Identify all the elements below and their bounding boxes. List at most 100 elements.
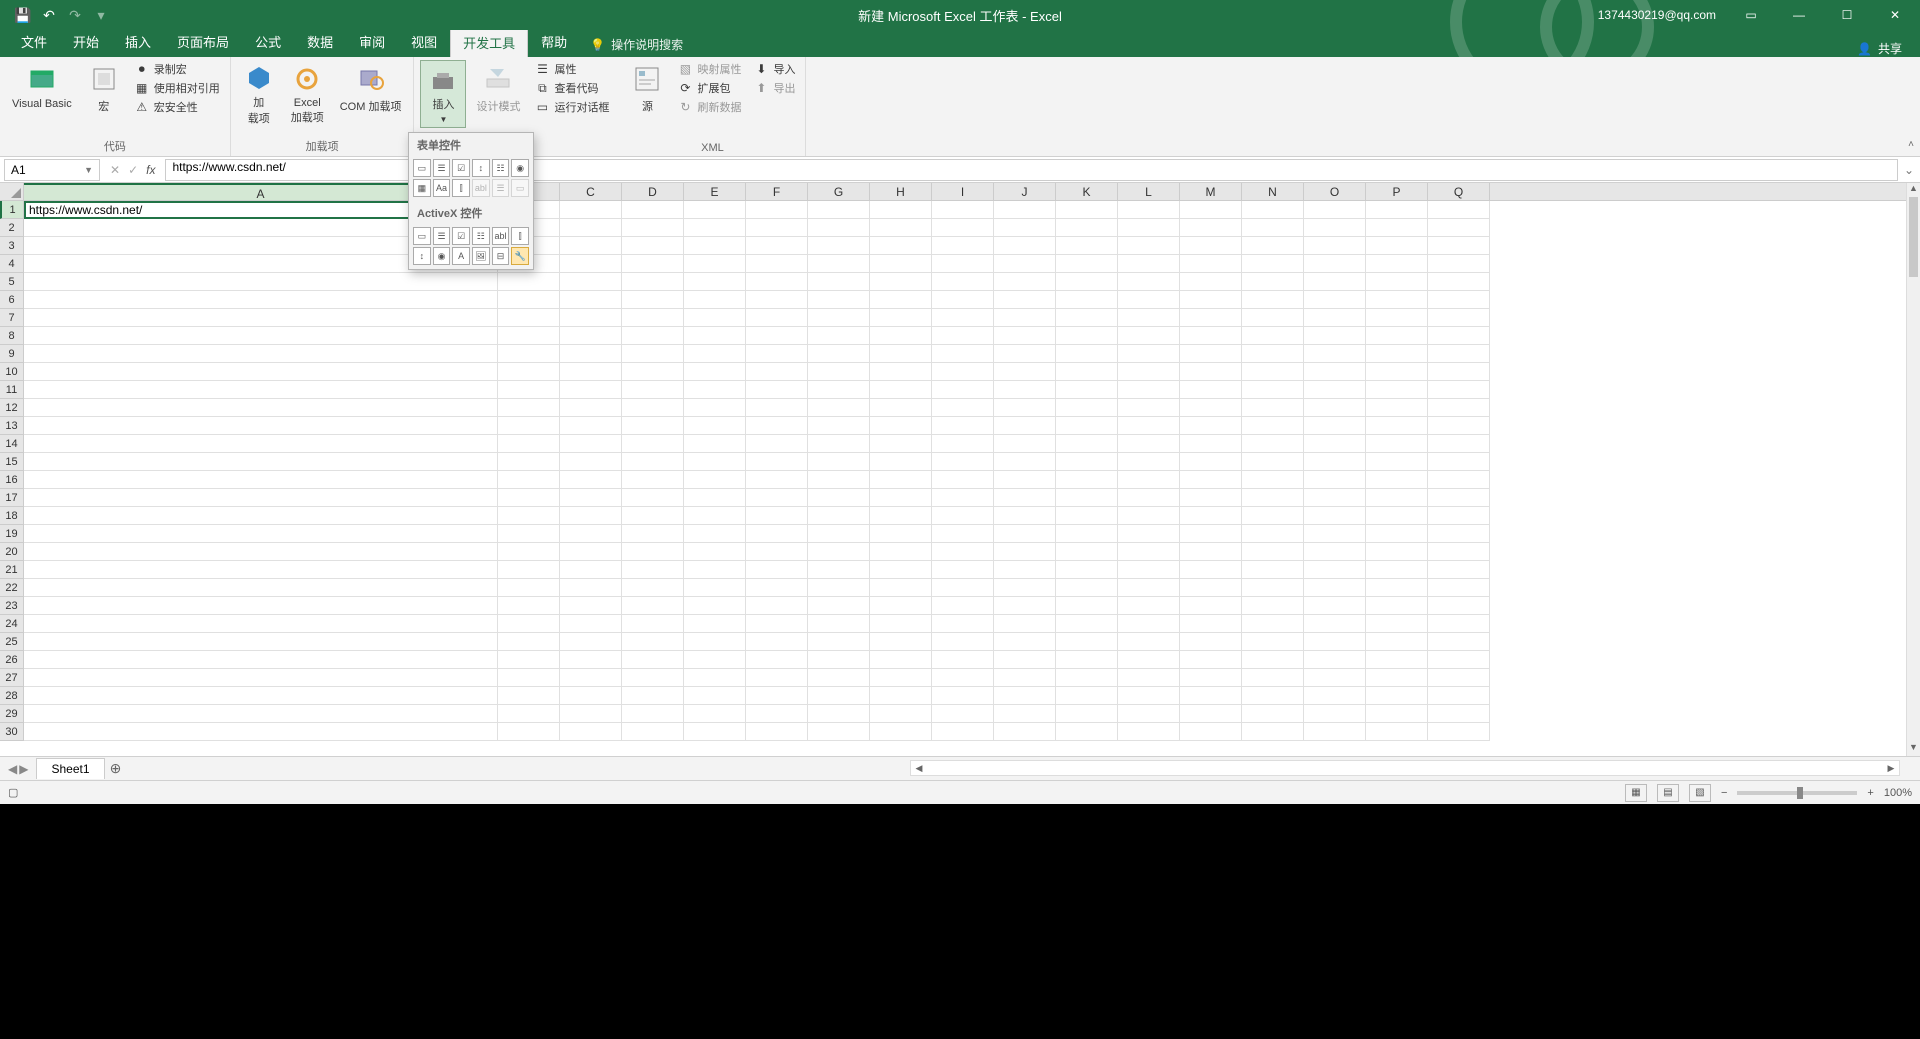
cell-H8[interactable]	[870, 327, 932, 345]
cell-P21[interactable]	[1366, 561, 1428, 579]
cell-G4[interactable]	[808, 255, 870, 273]
cell-F18[interactable]	[746, 507, 808, 525]
cell-P17[interactable]	[1366, 489, 1428, 507]
cell-L11[interactable]	[1118, 381, 1180, 399]
addins-button[interactable]: 加 载项	[237, 60, 281, 128]
cell-K25[interactable]	[1056, 633, 1118, 651]
cell-C21[interactable]	[560, 561, 622, 579]
cell-B30[interactable]	[498, 723, 560, 741]
cell-H10[interactable]	[870, 363, 932, 381]
cell-N18[interactable]	[1242, 507, 1304, 525]
cell-I20[interactable]	[932, 543, 994, 561]
cell-L13[interactable]	[1118, 417, 1180, 435]
cell-E22[interactable]	[684, 579, 746, 597]
cell-H7[interactable]	[870, 309, 932, 327]
cell-L12[interactable]	[1118, 399, 1180, 417]
cell-Q7[interactable]	[1428, 309, 1490, 327]
cell-B19[interactable]	[498, 525, 560, 543]
cell-Q20[interactable]	[1428, 543, 1490, 561]
com-addins-button[interactable]: COM 加载项	[334, 60, 408, 128]
tab-data[interactable]: 数据	[294, 26, 346, 57]
cell-L27[interactable]	[1118, 669, 1180, 687]
cell-L30[interactable]	[1118, 723, 1180, 741]
cell-C27[interactable]	[560, 669, 622, 687]
cell-D11[interactable]	[622, 381, 684, 399]
cell-Q11[interactable]	[1428, 381, 1490, 399]
cell-P16[interactable]	[1366, 471, 1428, 489]
cell-Q25[interactable]	[1428, 633, 1490, 651]
cell-O13[interactable]	[1304, 417, 1366, 435]
cell-H5[interactable]	[870, 273, 932, 291]
cell-B9[interactable]	[498, 345, 560, 363]
cell-H2[interactable]	[870, 219, 932, 237]
cell-F6[interactable]	[746, 291, 808, 309]
cell-L2[interactable]	[1118, 219, 1180, 237]
cell-B17[interactable]	[498, 489, 560, 507]
cell-A24[interactable]	[24, 615, 498, 633]
cell-H3[interactable]	[870, 237, 932, 255]
cell-E15[interactable]	[684, 453, 746, 471]
cell-F12[interactable]	[746, 399, 808, 417]
cell-B23[interactable]	[498, 597, 560, 615]
cell-A27[interactable]	[24, 669, 498, 687]
cell-L17[interactable]	[1118, 489, 1180, 507]
add-sheet-button[interactable]: ⊕	[105, 760, 127, 777]
cell-B15[interactable]	[498, 453, 560, 471]
row-header-6[interactable]: 6	[0, 291, 23, 309]
cell-P2[interactable]	[1366, 219, 1428, 237]
cell-J16[interactable]	[994, 471, 1056, 489]
cell-C3[interactable]	[560, 237, 622, 255]
cell-M19[interactable]	[1180, 525, 1242, 543]
cell-O12[interactable]	[1304, 399, 1366, 417]
cell-O24[interactable]	[1304, 615, 1366, 633]
cell-A23[interactable]	[24, 597, 498, 615]
cell-H13[interactable]	[870, 417, 932, 435]
cell-N24[interactable]	[1242, 615, 1304, 633]
cell-I5[interactable]	[932, 273, 994, 291]
cell-K30[interactable]	[1056, 723, 1118, 741]
cell-D28[interactable]	[622, 687, 684, 705]
cell-H24[interactable]	[870, 615, 932, 633]
cell-F10[interactable]	[746, 363, 808, 381]
tab-view[interactable]: 视图	[398, 26, 450, 57]
cell-F13[interactable]	[746, 417, 808, 435]
tab-help[interactable]: 帮助	[528, 26, 580, 57]
cell-J21[interactable]	[994, 561, 1056, 579]
ax-checkbox-icon[interactable]: ☑	[452, 227, 470, 245]
record-macro-button[interactable]: ⏺录制宏	[130, 60, 224, 78]
cell-M29[interactable]	[1180, 705, 1242, 723]
cell-K24[interactable]	[1056, 615, 1118, 633]
cell-E26[interactable]	[684, 651, 746, 669]
cell-D24[interactable]	[622, 615, 684, 633]
cell-Q23[interactable]	[1428, 597, 1490, 615]
cell-C8[interactable]	[560, 327, 622, 345]
cell-H27[interactable]	[870, 669, 932, 687]
cell-G5[interactable]	[808, 273, 870, 291]
ax-combobox-icon[interactable]: ☰	[433, 227, 451, 245]
zoom-slider[interactable]	[1737, 791, 1857, 795]
cell-H29[interactable]	[870, 705, 932, 723]
cell-L7[interactable]	[1118, 309, 1180, 327]
cell-F5[interactable]	[746, 273, 808, 291]
cell-P10[interactable]	[1366, 363, 1428, 381]
page-break-view-icon[interactable]: ▧	[1689, 784, 1711, 802]
cancel-formula-icon[interactable]: ✕	[110, 163, 120, 177]
cell-L21[interactable]	[1118, 561, 1180, 579]
xml-source-button[interactable]: 源	[625, 60, 669, 128]
cell-A22[interactable]	[24, 579, 498, 597]
cell-D1[interactable]	[622, 201, 684, 219]
cell-P30[interactable]	[1366, 723, 1428, 741]
cell-A26[interactable]	[24, 651, 498, 669]
cell-E21[interactable]	[684, 561, 746, 579]
cell-A14[interactable]	[24, 435, 498, 453]
cell-O26[interactable]	[1304, 651, 1366, 669]
cell-L22[interactable]	[1118, 579, 1180, 597]
cell-L4[interactable]	[1118, 255, 1180, 273]
tab-review[interactable]: 审阅	[346, 26, 398, 57]
cell-H15[interactable]	[870, 453, 932, 471]
cell-B18[interactable]	[498, 507, 560, 525]
cell-Q28[interactable]	[1428, 687, 1490, 705]
cell-C29[interactable]	[560, 705, 622, 723]
map-properties-button[interactable]: ▧映射属性	[673, 60, 745, 78]
cell-L9[interactable]	[1118, 345, 1180, 363]
